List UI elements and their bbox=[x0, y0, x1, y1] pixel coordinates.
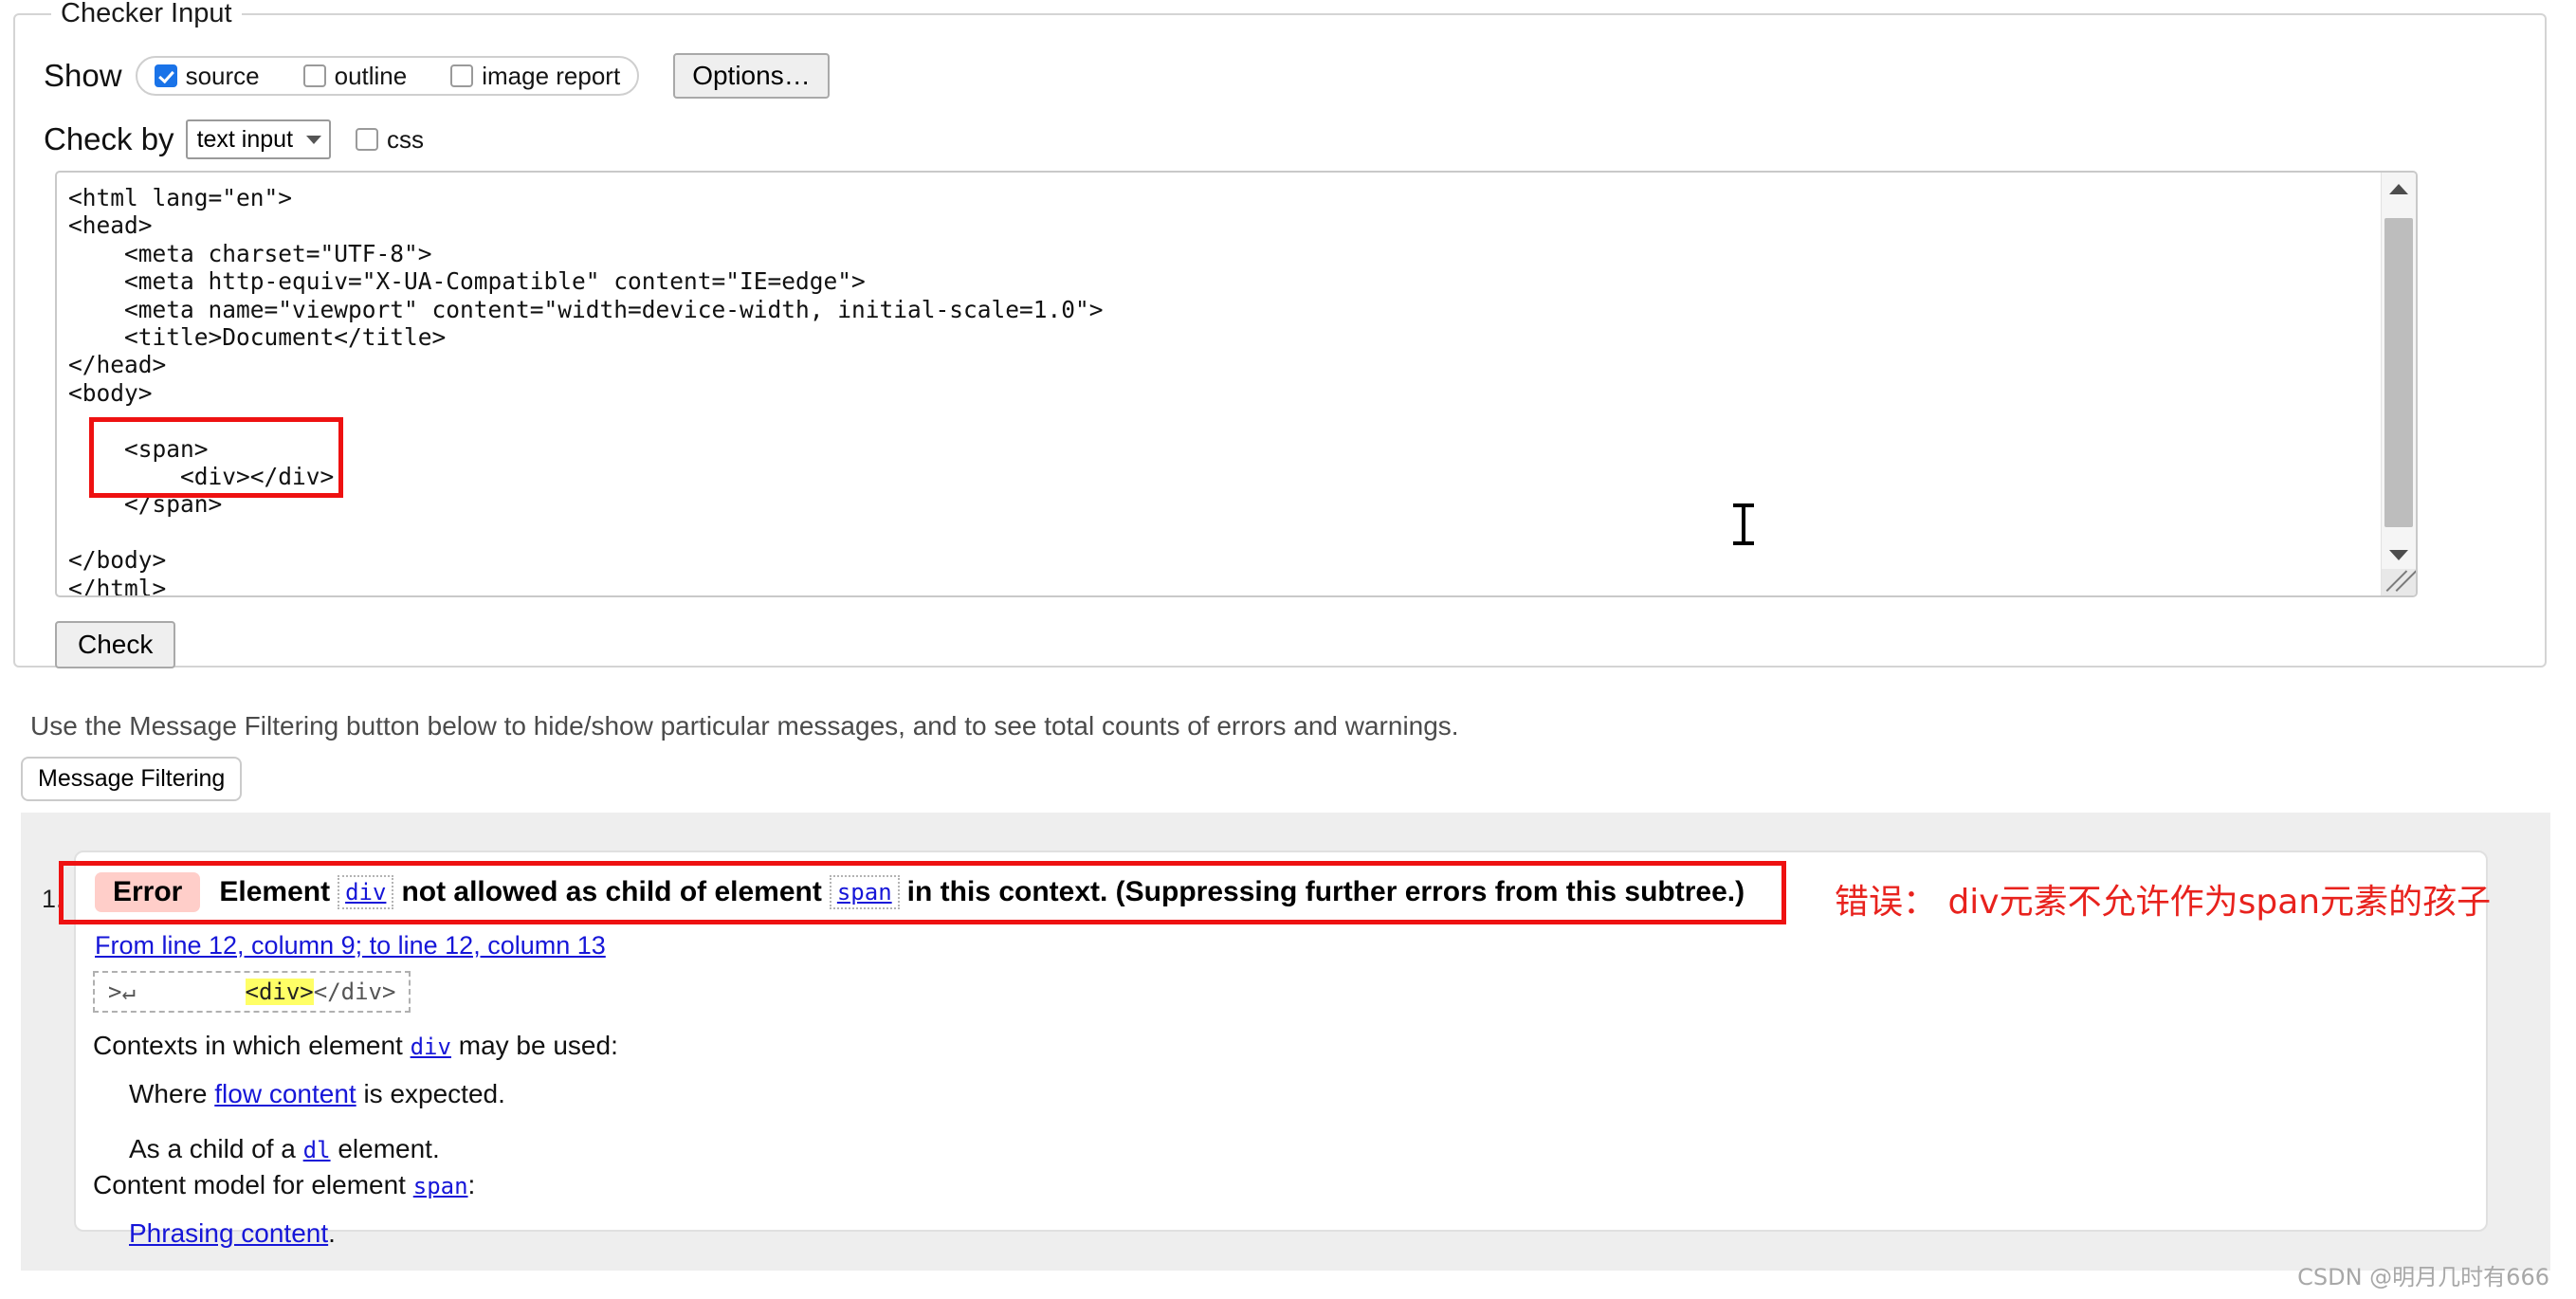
element-link-div[interactable]: div bbox=[338, 875, 394, 909]
check-by-row: Check by text input css bbox=[44, 116, 424, 163]
checkbox-outline-label: outline bbox=[334, 61, 408, 90]
contexts-item-flow-a: Where bbox=[129, 1079, 208, 1108]
error-message-part2: not allowed as child of element bbox=[401, 876, 822, 907]
content-model-item-period: . bbox=[328, 1218, 336, 1248]
error-message-part3: in this context. (Suppressing further er… bbox=[906, 876, 1745, 907]
text-cursor-icon bbox=[1733, 503, 1754, 545]
source-extract-box: >↵ <div></div> bbox=[93, 971, 411, 1013]
element-link-span[interactable]: span bbox=[829, 875, 900, 909]
message-filtering-button[interactable]: Message Filtering bbox=[21, 757, 243, 801]
content-model-item: Phrasing content. bbox=[93, 1217, 618, 1251]
extract-gap bbox=[136, 979, 246, 1005]
flow-content-link[interactable]: flow content bbox=[214, 1079, 356, 1108]
checkbox-image-report-label: image report bbox=[482, 61, 621, 90]
chinese-annotation-note: 错误： div元素不允许作为span元素的孩子 bbox=[1835, 883, 2492, 922]
scroll-down-icon[interactable] bbox=[2382, 539, 2416, 571]
source-textarea-content: <html lang="en"> <head> <meta charset="U… bbox=[68, 184, 1104, 597]
result-list-index: 1. bbox=[42, 885, 64, 913]
contexts-element-link-dl[interactable]: dl bbox=[303, 1137, 331, 1163]
checkbox-css-box[interactable] bbox=[356, 128, 379, 151]
source-textarea[interactable]: <html lang="en"> <head> <meta charset="U… bbox=[55, 171, 2418, 597]
contexts-block: Contexts in which element div may be use… bbox=[93, 1029, 618, 1252]
contexts-item-dl: As a child of a dl element. bbox=[93, 1132, 618, 1167]
content-model-heading-b: : bbox=[467, 1170, 476, 1199]
check-by-label: Check by bbox=[44, 121, 174, 156]
check-by-select-value: text input bbox=[196, 125, 294, 153]
extract-suffix: </div> bbox=[313, 979, 396, 1005]
content-model-heading-a: Content model for element bbox=[93, 1170, 406, 1199]
extract-prefix: >↵ bbox=[108, 979, 136, 1005]
contexts-item-flow: Where flow content is expected. bbox=[93, 1077, 618, 1111]
checkbox-image-report[interactable]: image report bbox=[450, 62, 620, 91]
show-label: Show bbox=[44, 58, 122, 93]
extract-highlight: <div> bbox=[245, 979, 314, 1005]
contexts-element-link-div[interactable]: div bbox=[411, 1034, 451, 1060]
textarea-scrollbar[interactable] bbox=[2381, 173, 2416, 595]
show-row: Show source outline image report Options… bbox=[44, 49, 830, 102]
check-button[interactable]: Check bbox=[55, 621, 176, 668]
error-message-part1: Element bbox=[219, 876, 331, 907]
chevron-down-icon bbox=[306, 135, 322, 144]
error-message-row: Error Element div not allowed as child o… bbox=[95, 872, 1745, 912]
content-model-element-link-span[interactable]: span bbox=[413, 1173, 468, 1199]
checkbox-css[interactable]: css bbox=[356, 125, 424, 155]
phrasing-content-link[interactable]: Phrasing content bbox=[129, 1218, 328, 1248]
scroll-up-icon[interactable] bbox=[2382, 173, 2416, 205]
checkbox-outline[interactable]: outline bbox=[302, 61, 408, 91]
contexts-heading-a: Contexts in which element bbox=[93, 1031, 403, 1060]
textarea-resize-grip[interactable] bbox=[2382, 569, 2416, 595]
checker-input-legend: Checker Input bbox=[51, 0, 242, 32]
contexts-heading: Contexts in which element div may be use… bbox=[93, 1029, 618, 1064]
status-badge: Error bbox=[95, 872, 201, 912]
checkbox-source[interactable]: source bbox=[154, 61, 260, 91]
check-by-select[interactable]: text input bbox=[185, 119, 332, 159]
contexts-item-dl-a: As a child of a bbox=[129, 1134, 296, 1163]
error-location-link[interactable]: From line 12, column 9; to line 12, colu… bbox=[95, 931, 606, 961]
watermark: CSDN @明月几时有666 bbox=[2297, 1264, 2549, 1290]
checkbox-source-box[interactable] bbox=[154, 64, 177, 87]
checkbox-source-label: source bbox=[185, 61, 260, 90]
checkbox-image-report-box[interactable] bbox=[450, 64, 474, 87]
message-filtering-note: Use the Message Filtering button below t… bbox=[30, 711, 1459, 741]
contexts-heading-b: may be used: bbox=[458, 1031, 618, 1060]
contexts-item-dl-b: element. bbox=[338, 1134, 440, 1163]
checkbox-css-label: css bbox=[387, 124, 425, 154]
content-model-heading: Content model for element span: bbox=[93, 1168, 618, 1203]
show-options-group: source outline image report bbox=[135, 56, 640, 96]
contexts-item-flow-b: is expected. bbox=[363, 1079, 505, 1108]
scrollbar-thumb[interactable] bbox=[2384, 218, 2413, 527]
checkbox-outline-box[interactable] bbox=[302, 64, 326, 87]
options-button[interactable]: Options… bbox=[673, 53, 830, 99]
